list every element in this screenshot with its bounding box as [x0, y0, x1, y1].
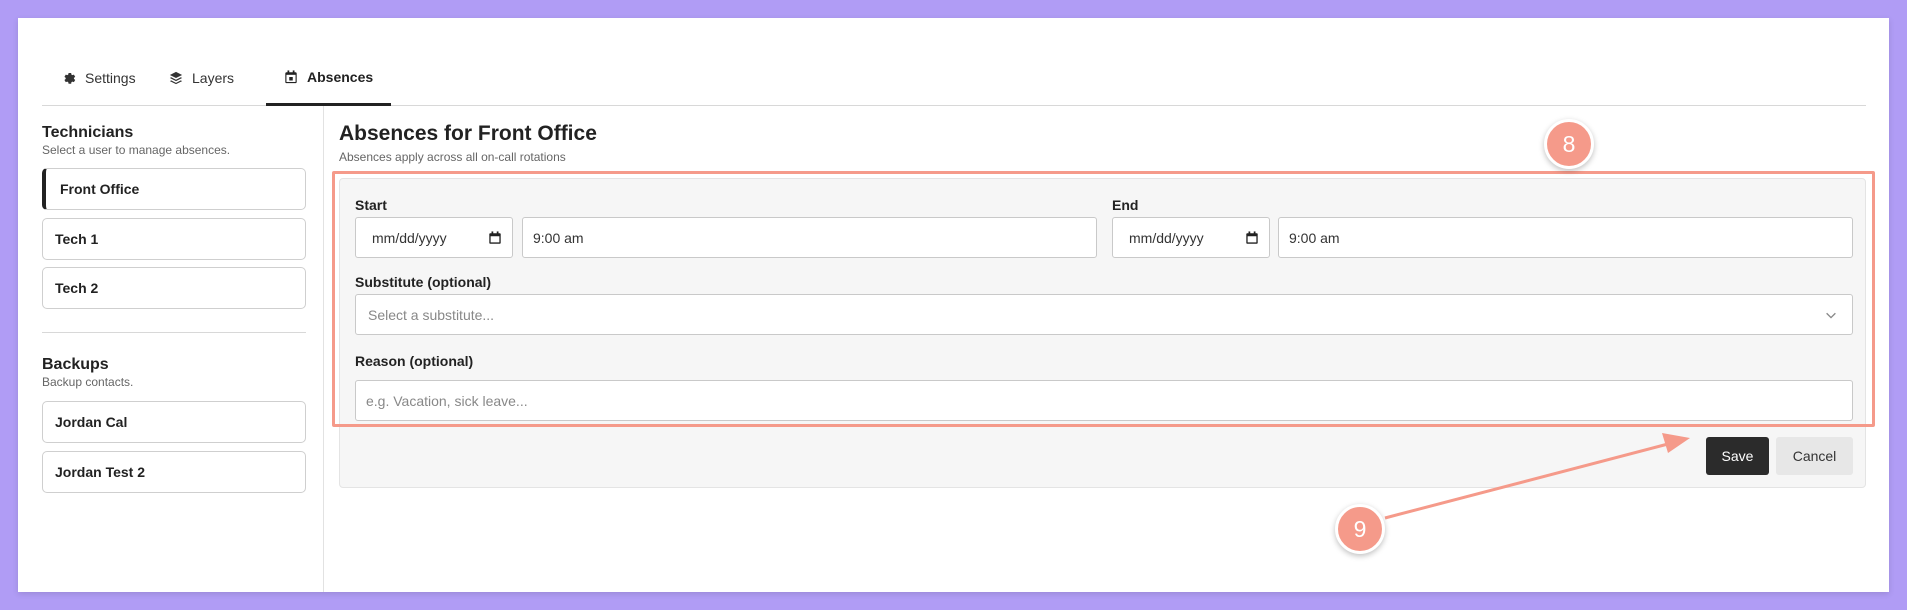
backups-title: Backups — [42, 356, 109, 373]
tab-settings[interactable]: Settings — [42, 50, 156, 106]
layers-icon — [169, 71, 183, 85]
technician-item-front-office[interactable]: Front Office — [42, 168, 306, 210]
gear-icon — [64, 72, 76, 84]
calendar-picker-icon[interactable] — [488, 230, 502, 245]
cancel-button[interactable]: Cancel — [1776, 437, 1853, 475]
end-date-value: mm/dd/yyyy — [1129, 229, 1204, 246]
app-card: Settings Layers Absences Technicians Sel… — [18, 18, 1889, 592]
save-button[interactable]: Save — [1706, 437, 1769, 475]
tab-label: Absences — [307, 68, 374, 85]
step-badge-9: 9 — [1335, 504, 1385, 554]
backup-item-jordan-test-2[interactable]: Jordan Test 2 — [42, 451, 306, 493]
tab-label: Layers — [192, 70, 235, 86]
absence-form-panel: Start mm/dd/yyyy 9:00 am End mm/dd/yyyy — [332, 171, 1875, 488]
end-time-input[interactable]: 9:00 am — [1278, 217, 1853, 258]
technicians-title: Technicians — [42, 124, 134, 141]
substitute-select[interactable]: Select a substitute... — [355, 294, 1853, 335]
tab-label: Settings — [85, 70, 136, 86]
end-date-input[interactable]: mm/dd/yyyy — [1112, 217, 1270, 258]
reason-input[interactable]: e.g. Vacation, sick leave... — [355, 380, 1853, 421]
backups-subtitle: Backup contacts. — [42, 375, 134, 389]
technician-item-tech-2[interactable]: Tech 2 — [42, 267, 306, 309]
sidebar-divider — [42, 332, 306, 333]
technicians-subtitle: Select a user to manage absences. — [42, 143, 231, 157]
backup-item-jordan-cal[interactable]: Jordan Cal — [42, 401, 306, 443]
end-label: End — [1112, 197, 1139, 213]
sidebar: Technicians Select a user to manage abse… — [42, 106, 324, 592]
start-time-input[interactable]: 9:00 am — [522, 217, 1097, 258]
page-subtitle: Absences apply across all on-call rotati… — [339, 150, 566, 164]
start-date-value: mm/dd/yyyy — [372, 229, 447, 246]
calendar-picker-icon[interactable] — [1245, 230, 1259, 245]
tab-absences[interactable]: Absences — [266, 50, 392, 106]
reason-label: Reason (optional) — [355, 353, 474, 369]
page-title: Absences for Front Office — [339, 122, 597, 145]
calendar-icon — [285, 69, 297, 83]
start-label: Start — [355, 197, 387, 213]
substitute-placeholder: Select a substitute... — [368, 306, 495, 323]
start-date-input[interactable]: mm/dd/yyyy — [355, 217, 513, 258]
substitute-label: Substitute (optional) — [355, 274, 492, 290]
chevron-down-icon — [1826, 312, 1836, 319]
technician-item-tech-1[interactable]: Tech 1 — [42, 218, 306, 260]
tab-layers[interactable]: Layers — [149, 50, 254, 106]
tab-bar: Settings Layers Absences — [42, 50, 1866, 106]
step-badge-8: 8 — [1544, 119, 1594, 169]
